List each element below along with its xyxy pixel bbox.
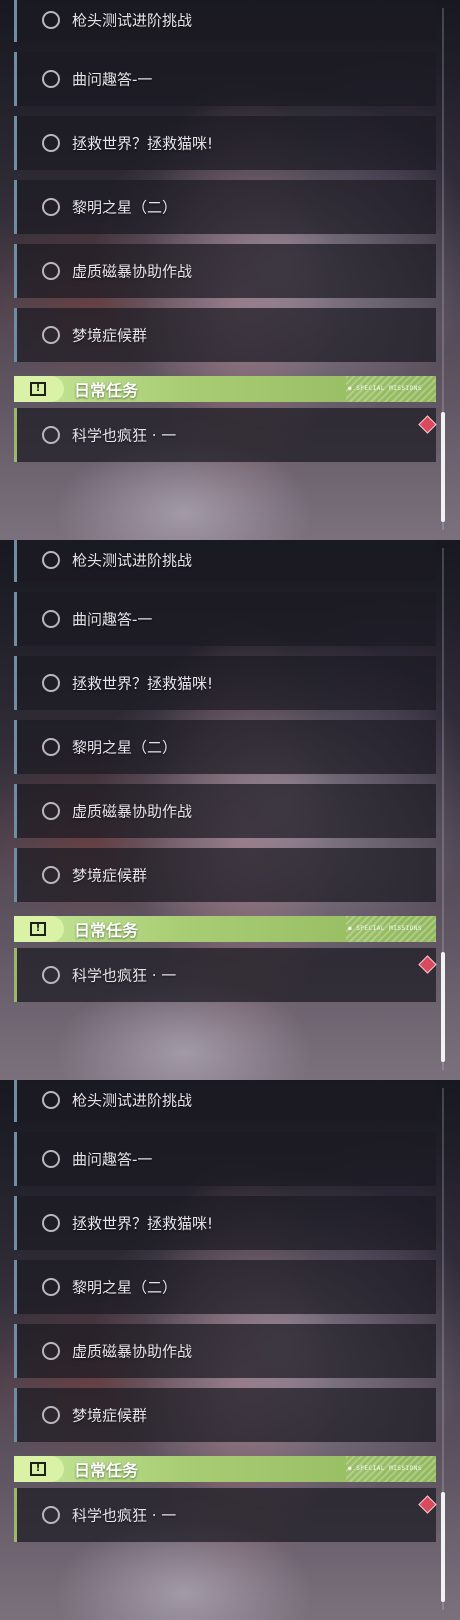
- header-decoration: ● SPECIAL MISSIONS: [347, 385, 422, 392]
- radio-circle-icon[interactable]: [42, 866, 60, 884]
- radio-circle-icon[interactable]: [42, 198, 60, 216]
- radio-circle-icon[interactable]: [42, 1342, 60, 1360]
- task-label: 曲问趣答-一: [72, 610, 153, 629]
- radio-circle-icon[interactable]: [42, 1278, 60, 1296]
- radio-circle-icon[interactable]: [42, 610, 60, 628]
- quest-panel-3: 枪头测试进阶挑战 曲问趣答-一 拯救世界？拯救猫咪! 黎明之星（二） 虚质磁暴协…: [0, 1080, 460, 1620]
- task-row[interactable]: 梦境症候群: [14, 1388, 436, 1442]
- task-label: 枪头测试进阶挑战: [72, 1091, 193, 1110]
- daily-section-header[interactable]: ! 日常任务 ● SPECIAL MISSIONS: [14, 916, 436, 942]
- task-label: 枪头测试进阶挑战: [72, 11, 193, 30]
- radio-circle-icon[interactable]: [42, 966, 60, 984]
- task-row[interactable]: 枪头测试进阶挑战: [14, 540, 436, 582]
- task-label: 拯救世界？拯救猫咪!: [72, 134, 214, 153]
- radio-circle-icon[interactable]: [42, 326, 60, 344]
- task-label: 科学也疯狂 · 一: [72, 1506, 177, 1525]
- task-row[interactable]: 梦境症候群: [14, 308, 436, 362]
- radio-circle-icon[interactable]: [42, 674, 60, 692]
- task-row[interactable]: 曲问趣答-一: [14, 592, 436, 646]
- section-title: 日常任务: [74, 1461, 139, 1480]
- quest-panel-1: 枪头测试进阶挑战 曲问趣答-一 拯救世界？拯救猫咪! 黎明之星（二） 虚质磁暴协…: [0, 0, 460, 540]
- task-label: 虚质磁暴协助作战: [72, 802, 193, 821]
- task-row[interactable]: 枪头测试进阶挑战: [14, 0, 436, 42]
- task-row[interactable]: 科学也疯狂 · 一: [14, 948, 436, 1002]
- task-row[interactable]: 拯救世界？拯救猫咪!: [14, 1196, 436, 1250]
- radio-circle-icon[interactable]: [42, 262, 60, 280]
- daily-section-header[interactable]: ! 日常任务 ● SPECIAL MISSIONS: [14, 1456, 436, 1482]
- daily-section-header[interactable]: ! 日常任务 ● SPECIAL MISSIONS: [14, 376, 436, 402]
- radio-circle-icon[interactable]: [42, 134, 60, 152]
- radio-circle-icon[interactable]: [42, 551, 60, 569]
- radio-circle-icon[interactable]: [42, 1150, 60, 1168]
- task-row[interactable]: 黎明之星（二）: [14, 1260, 436, 1314]
- task-row[interactable]: 黎明之星（二）: [14, 180, 436, 234]
- section-title: 日常任务: [74, 381, 139, 400]
- header-decoration: ● SPECIAL MISSIONS: [347, 1465, 422, 1472]
- radio-circle-icon[interactable]: [42, 1406, 60, 1424]
- task-row[interactable]: 梦境症候群: [14, 848, 436, 902]
- radio-circle-icon[interactable]: [42, 802, 60, 820]
- task-label: 黎明之星（二）: [72, 198, 178, 217]
- task-row[interactable]: 曲问趣答-一: [14, 1132, 436, 1186]
- header-decoration: ● SPECIAL MISSIONS: [347, 925, 422, 932]
- header-icon-box: !: [14, 376, 64, 402]
- screen: 枪头测试进阶挑战 曲问趣答-一 拯救世界？拯救猫咪! 黎明之星（二） 虚质磁暴协…: [0, 0, 460, 1620]
- alert-icon: !: [30, 1462, 46, 1476]
- alert-icon: !: [30, 382, 46, 396]
- task-label: 拯救世界？拯救猫咪!: [72, 674, 214, 693]
- radio-circle-icon[interactable]: [42, 1091, 60, 1109]
- radio-circle-icon[interactable]: [42, 70, 60, 88]
- task-label: 科学也疯狂 · 一: [72, 966, 177, 985]
- task-row[interactable]: 虚质磁暴协助作战: [14, 244, 436, 298]
- task-row[interactable]: 拯救世界？拯救猫咪!: [14, 116, 436, 170]
- scrollbar-thumb[interactable]: [441, 1492, 445, 1602]
- section-title: 日常任务: [74, 921, 139, 940]
- task-label: 科学也疯狂 · 一: [72, 426, 177, 445]
- task-row[interactable]: 黎明之星（二）: [14, 720, 436, 774]
- radio-circle-icon[interactable]: [42, 426, 60, 444]
- task-label: 梦境症候群: [72, 326, 148, 345]
- task-label: 黎明之星（二）: [72, 1278, 178, 1297]
- task-label: 曲问趣答-一: [72, 70, 153, 89]
- task-label: 梦境症候群: [72, 866, 148, 885]
- header-icon-box: !: [14, 1456, 64, 1482]
- task-row[interactable]: 虚质磁暴协助作战: [14, 784, 436, 838]
- radio-circle-icon[interactable]: [42, 11, 60, 29]
- scrollbar-thumb[interactable]: [441, 952, 445, 1062]
- radio-circle-icon[interactable]: [42, 738, 60, 756]
- task-row[interactable]: 科学也疯狂 · 一: [14, 408, 436, 462]
- task-row[interactable]: 科学也疯狂 · 一: [14, 1488, 436, 1542]
- radio-circle-icon[interactable]: [42, 1214, 60, 1232]
- task-label: 虚质磁暴协助作战: [72, 1342, 193, 1361]
- radio-circle-icon[interactable]: [42, 1506, 60, 1524]
- task-label: 曲问趣答-一: [72, 1150, 153, 1169]
- task-label: 枪头测试进阶挑战: [72, 551, 193, 570]
- task-label: 拯救世界？拯救猫咪!: [72, 1214, 214, 1233]
- alert-icon: !: [30, 922, 46, 936]
- task-row[interactable]: 虚质磁暴协助作战: [14, 1324, 436, 1378]
- task-row[interactable]: 拯救世界？拯救猫咪!: [14, 656, 436, 710]
- task-label: 黎明之星（二）: [72, 738, 178, 757]
- scrollbar-thumb[interactable]: [441, 412, 445, 522]
- quest-panel-2: 枪头测试进阶挑战 曲问趣答-一 拯救世界？拯救猫咪! 黎明之星（二） 虚质磁暴协…: [0, 540, 460, 1080]
- task-label: 虚质磁暴协助作战: [72, 262, 193, 281]
- task-row[interactable]: 枪头测试进阶挑战: [14, 1080, 436, 1122]
- header-icon-box: !: [14, 916, 64, 942]
- task-row[interactable]: 曲问趣答-一: [14, 52, 436, 106]
- task-label: 梦境症候群: [72, 1406, 148, 1425]
